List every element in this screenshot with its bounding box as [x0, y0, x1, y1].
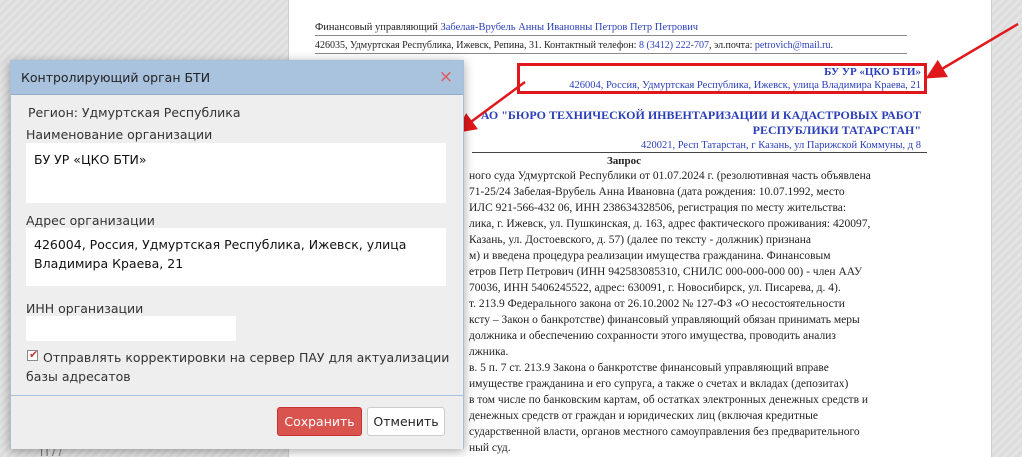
- region-label: Регион: Удмуртская Республика: [28, 105, 241, 120]
- check-icon: ✔: [29, 348, 39, 361]
- supervising-authority-dialog: Контролирующий орган БТИ × Регион: Удмур…: [10, 60, 464, 449]
- org-address-field[interactable]: 426004, Россия, Удмуртская Республика, И…: [26, 228, 446, 286]
- cancel-button[interactable]: Отменить: [367, 407, 445, 436]
- dialog-body: Регион: Удмуртская Республика Наименован…: [11, 95, 463, 395]
- org-address-label: Адрес организации: [26, 213, 155, 228]
- dialog-footer: Сохранить Отменить: [11, 395, 463, 449]
- sync-checkbox[interactable]: ✔: [27, 348, 39, 361]
- org-name-label: Наименование организации: [26, 127, 213, 142]
- inn-label: ИНН организации: [26, 301, 144, 316]
- save-button[interactable]: Сохранить: [277, 407, 362, 436]
- inn-field[interactable]: [26, 316, 236, 341]
- arrow-to-addressee: [925, 22, 1019, 79]
- dialog-title: Контролирующий орган БТИ: [21, 70, 211, 85]
- dialog-header: Контролирующий орган БТИ ×: [11, 61, 463, 95]
- org-name-field[interactable]: БУ УР «ЦКО БТИ»: [26, 143, 446, 203]
- close-icon[interactable]: ×: [439, 67, 453, 87]
- arrow-to-dialog: [455, 80, 526, 133]
- sync-checkbox-label: Отправлять корректировки на сервер ПАУ д…: [26, 350, 450, 384]
